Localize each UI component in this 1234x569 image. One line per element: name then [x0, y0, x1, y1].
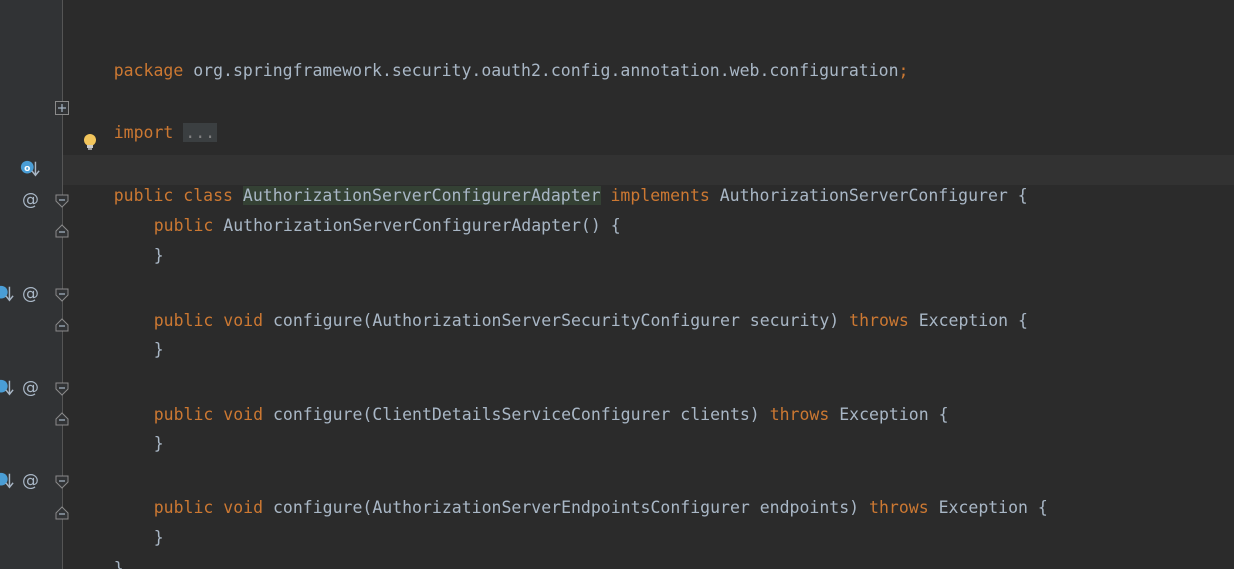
fold-end-icon[interactable] — [55, 506, 69, 520]
constructor-signature: AuthorizationServerConfigurerAdapter() { — [223, 216, 621, 235]
interface-name[interactable]: AuthorizationServerConfigurer — [720, 186, 1008, 205]
method-signature: configure(AuthorizationServerEndpointsCo… — [272, 498, 860, 517]
close-brace: } — [153, 528, 164, 547]
package-name: org.springframework.security.oauth2.conf… — [193, 61, 899, 80]
code-line-method-close[interactable]: } — [114, 408, 164, 453]
method-signature: configure(ClientDetailsServiceConfigurer… — [272, 405, 760, 424]
code-line-method-close[interactable]: } — [114, 502, 164, 547]
implemented-method-icon[interactable] — [0, 377, 14, 399]
close-brace: } — [153, 246, 164, 265]
code-line-method-endpoints[interactable]: public void configure(AuthorizationServe… — [114, 472, 1048, 517]
fold-end-icon[interactable] — [55, 318, 69, 332]
code-line-import[interactable]: import ... — [74, 97, 218, 142]
code-line-constructor-close[interactable]: } — [114, 220, 164, 265]
class-open-brace: { — [1017, 186, 1028, 205]
svg-text:o: o — [24, 164, 30, 174]
keyword-void: void — [223, 405, 264, 424]
override-annotation-icon[interactable]: @ — [22, 378, 39, 398]
fold-collapse-icon[interactable] — [55, 288, 69, 302]
implemented-class-icon[interactable]: o — [20, 158, 40, 180]
fold-collapse-icon[interactable] — [55, 475, 69, 489]
keyword-void: void — [223, 311, 264, 330]
override-annotation-icon[interactable]: @ — [22, 190, 39, 210]
semicolon: ; — [898, 61, 909, 80]
override-annotation-icon[interactable]: @ — [22, 284, 39, 304]
fold-collapse-icon[interactable] — [55, 382, 69, 396]
code-line-method-close[interactable]: } — [114, 314, 164, 359]
exception-clause: Exception { — [918, 311, 1028, 330]
code-line-method-security[interactable]: public void configure(AuthorizationServe… — [114, 285, 1028, 330]
method-signature: configure(AuthorizationServerSecurityCon… — [272, 311, 840, 330]
code-line-package[interactable]: package org.springframework.security.oau… — [74, 35, 909, 80]
keyword-void: void — [223, 498, 264, 517]
keyword-import: import — [113, 123, 174, 142]
fold-end-icon[interactable] — [55, 224, 69, 238]
fold-expand-icon[interactable] — [55, 101, 69, 115]
close-brace: } — [153, 434, 164, 453]
code-line-constructor[interactable]: public AuthorizationServerConfigurerAdap… — [114, 190, 621, 235]
class-close-brace: } — [113, 559, 124, 569]
implemented-method-icon[interactable] — [0, 470, 14, 492]
fold-end-icon[interactable] — [55, 412, 69, 426]
folded-imports[interactable]: ... — [183, 123, 218, 142]
code-line-method-clients[interactable]: public void configure(ClientDetailsServi… — [114, 379, 949, 424]
keyword-implements: implements — [610, 186, 710, 205]
keyword-throws: throws — [849, 311, 909, 330]
keyword-throws: throws — [869, 498, 929, 517]
close-brace: } — [153, 340, 164, 359]
keyword-throws: throws — [769, 405, 830, 424]
code-line-class-close[interactable]: } — [74, 533, 124, 569]
override-annotation-icon[interactable]: @ — [22, 471, 39, 491]
implemented-method-icon[interactable] — [0, 283, 14, 305]
keyword-package: package — [113, 61, 184, 80]
exception-clause: Exception { — [938, 498, 1048, 517]
intention-bulb-icon[interactable] — [82, 133, 98, 151]
code-line-class-declaration[interactable]: public class AuthorizationServerConfigur… — [74, 160, 1028, 205]
code-editor[interactable]: package org.springframework.security.oau… — [0, 0, 1234, 569]
fold-collapse-icon[interactable] — [55, 194, 69, 208]
exception-clause: Exception { — [839, 405, 949, 424]
